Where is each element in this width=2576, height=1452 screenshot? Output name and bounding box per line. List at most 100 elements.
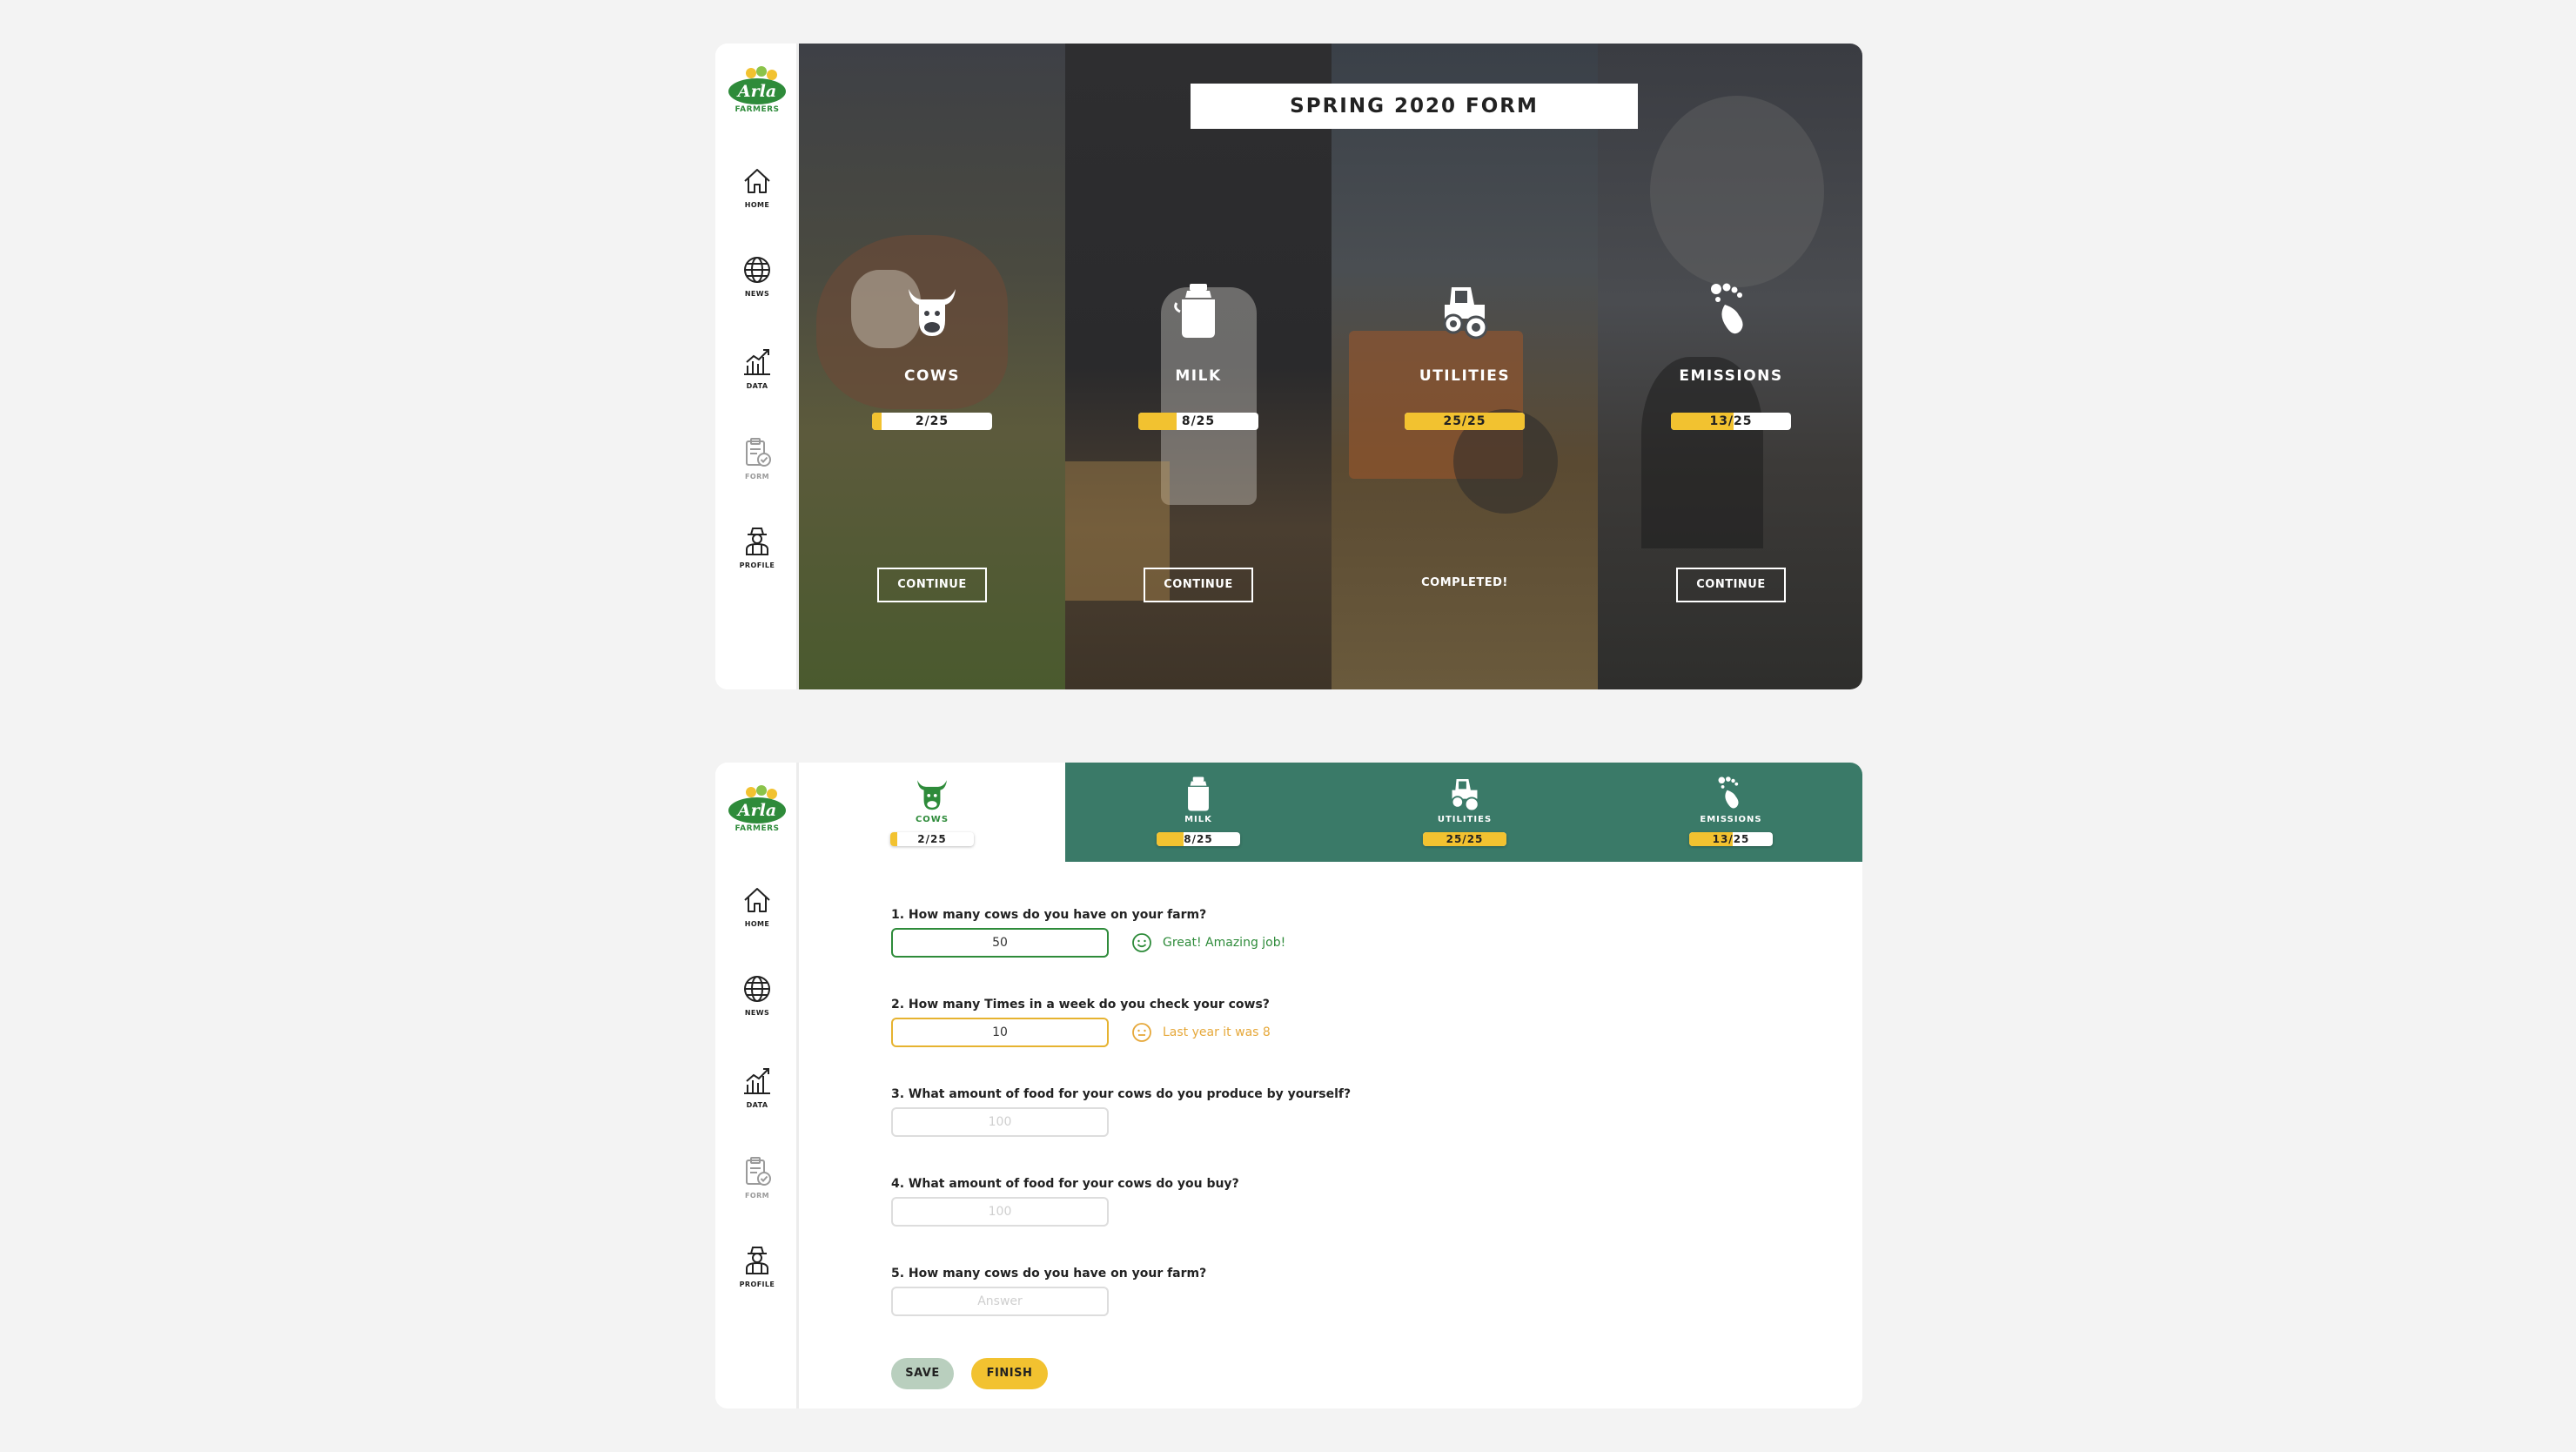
finish-button[interactable]: FINISH (971, 1358, 1048, 1389)
feedback-message: Great! Amazing job! (1131, 931, 1285, 954)
nav-news[interactable]: NEWS (715, 971, 799, 1017)
nav-profile[interactable]: PROFILE (715, 524, 799, 569)
answer-input[interactable] (891, 1197, 1109, 1227)
nav-data[interactable]: DATA (715, 1064, 799, 1109)
panel-utilities[interactable]: UTILITIES 25/25 COMPLETED! (1332, 44, 1598, 689)
panel-cows[interactable]: COWS 2/25 CONTINUE (799, 44, 1065, 689)
panel-title: UTILITIES (1419, 367, 1511, 385)
nav-news[interactable]: NEWS (715, 252, 799, 298)
progress-bar: 8/25 (1138, 413, 1258, 430)
continue-button[interactable]: CONTINUE (877, 568, 987, 602)
save-button[interactable]: SAVE (891, 1358, 954, 1389)
panel-title: EMISSIONS (1679, 367, 1783, 385)
progress-text: 8/25 (1184, 833, 1213, 845)
progress-text: 25/25 (1443, 414, 1486, 428)
progress-bar: 13/25 (1689, 832, 1773, 846)
progress-text: 2/25 (917, 833, 947, 845)
milk-can-icon (1168, 280, 1229, 341)
cows-form-card: Arla FARMERS HOME NEWS DATA FORM PROFILE… (715, 763, 1862, 1408)
cooling-tower-photo-shape (1641, 357, 1763, 548)
answer-input[interactable] (891, 1287, 1109, 1316)
tab-emissions[interactable]: EMISSIONS 13/25 (1598, 763, 1862, 862)
logo-subtext: FARMERS (735, 105, 780, 114)
milk-can-icon (1179, 775, 1218, 813)
clipboard-check-icon (746, 1157, 771, 1186)
question-label: 3. What amount of food for your cows do … (891, 1087, 1352, 1101)
nav-label: HOME (744, 201, 770, 209)
nav-data[interactable]: DATA (715, 345, 799, 390)
tab-label: COWS (915, 815, 949, 824)
progress-text: 25/25 (1446, 833, 1484, 845)
sidebar: Arla FARMERS HOME NEWS DATA FORM PROFILE (715, 763, 799, 1408)
arla-logo[interactable]: Arla FARMERS (728, 66, 786, 118)
nav-profile[interactable]: PROFILE (715, 1243, 799, 1288)
farmer-icon (746, 528, 768, 555)
feedback-text: Great! Amazing job! (1163, 936, 1286, 950)
section-tabs: COWS 2/25 MILK 8/25 UTILITIES 25/25 EMIS… (799, 763, 1862, 862)
form-overview-card: Arla FARMERS HOME NEWS DATA FORM PROFILE (715, 44, 1862, 689)
panel-emissions[interactable]: EMISSIONS 13/25 CONTINUE (1598, 44, 1862, 689)
logo-leaf (756, 66, 767, 77)
logo-leaf (746, 68, 756, 78)
nav-label: FORM (745, 1192, 769, 1200)
farmer-icon (746, 1247, 768, 1274)
tab-milk[interactable]: MILK 8/25 (1065, 763, 1332, 862)
nav-label: NEWS (744, 290, 770, 298)
nav-label: NEWS (744, 1009, 770, 1017)
tab-label: EMISSIONS (1700, 815, 1762, 824)
nav-label: FORM (745, 473, 769, 481)
logo-leaf (756, 785, 767, 796)
nav-form[interactable]: FORM (715, 1154, 799, 1200)
question-label: 5. How many cows do you have on your far… (891, 1267, 1207, 1281)
answer-input[interactable] (891, 928, 1109, 958)
progress-text: 2/25 (915, 414, 949, 428)
tractor-icon (1446, 775, 1484, 813)
progress-bar: 2/25 (890, 832, 974, 846)
cow-icon (902, 280, 963, 341)
tab-cows[interactable]: COWS 2/25 (799, 763, 1065, 862)
globe-icon (744, 257, 770, 283)
answer-input[interactable] (891, 1018, 1109, 1047)
answer-input[interactable] (891, 1107, 1109, 1137)
question-label: 4. What amount of food for your cows do … (891, 1177, 1239, 1191)
continue-button[interactable]: CONTINUE (1676, 568, 1786, 602)
feedback-message: Last year it was 8 (1131, 1021, 1271, 1044)
panel-milk[interactable]: MILK 8/25 CONTINUE (1065, 44, 1332, 689)
logo-text: Arla (728, 78, 786, 104)
nav-home[interactable]: HOME (715, 164, 799, 209)
panel-title: MILK (1175, 367, 1222, 385)
progress-bar: 13/25 (1671, 413, 1791, 430)
panel-title: COWS (904, 367, 960, 385)
progress-bar: 25/25 (1405, 413, 1525, 430)
nav-label: PROFILE (739, 1281, 775, 1288)
logo-text: Arla (728, 797, 786, 823)
tractor-icon (1434, 280, 1495, 341)
form-section-panels: COWS 2/25 CONTINUE MILK 8/25 CONTINUE UT… (799, 44, 1862, 689)
progress-text: 8/25 (1181, 414, 1216, 428)
chart-icon (744, 1068, 770, 1094)
nav-label: DATA (746, 382, 768, 390)
nav-form[interactable]: FORM (715, 435, 799, 481)
page-title: SPRING 2020 FORM (1191, 84, 1638, 129)
tab-label: MILK (1184, 815, 1212, 824)
chart-icon (744, 349, 770, 375)
feedback-text: Last year it was 8 (1163, 1025, 1271, 1039)
neutral-face-icon (1132, 1023, 1151, 1042)
arla-logo[interactable]: Arla FARMERS (728, 785, 786, 837)
sidebar: Arla FARMERS HOME NEWS DATA FORM PROFILE (715, 44, 799, 689)
progress-bar: 25/25 (1423, 832, 1506, 846)
tab-utilities[interactable]: UTILITIES 25/25 (1332, 763, 1598, 862)
progress-bar: 8/25 (1157, 832, 1240, 846)
smile-icon (1132, 933, 1151, 952)
continue-button[interactable]: CONTINUE (1144, 568, 1253, 602)
footprint-icon (1701, 280, 1761, 341)
nav-label: DATA (746, 1101, 768, 1109)
cow-icon (913, 775, 951, 813)
progress-text: 13/25 (1712, 833, 1750, 845)
nav-home[interactable]: HOME (715, 883, 799, 928)
nav-label: PROFILE (739, 561, 775, 569)
logo-subtext: FARMERS (735, 824, 780, 833)
footprint-icon (1712, 775, 1750, 813)
home-icon (744, 888, 770, 912)
globe-icon (744, 976, 770, 1002)
